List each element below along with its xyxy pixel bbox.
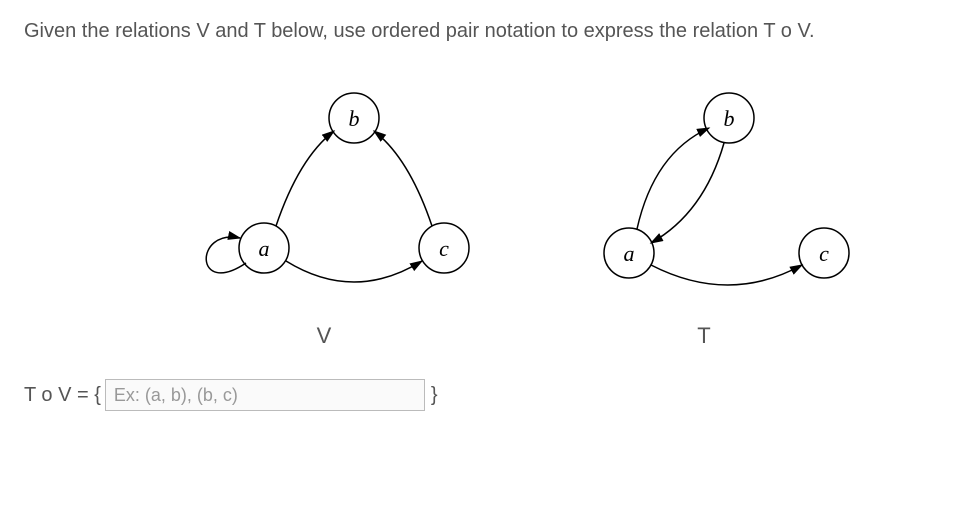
node-a-label: a	[624, 241, 635, 266]
node-c-label: c	[439, 236, 449, 261]
edge-a-b	[637, 128, 709, 229]
edge-c-b	[374, 131, 432, 226]
node-b-label: b	[724, 106, 735, 131]
diagram-T-svg: b a c	[544, 73, 864, 313]
answer-row: T o V = { Ex: (a, b), (b, c) }	[24, 379, 954, 411]
diagram-V-label: V	[317, 323, 332, 349]
question-text: Given the relations V and T below, use o…	[24, 20, 954, 43]
diagram-T-label: T	[697, 323, 710, 349]
edge-a-c	[651, 265, 802, 285]
answer-prefix: T o V = {	[24, 384, 101, 407]
answer-suffix: }	[431, 384, 438, 407]
answer-input[interactable]: Ex: (a, b), (b, c)	[105, 379, 425, 411]
edge-b-a	[651, 143, 724, 243]
diagram-V: b a c V	[164, 73, 484, 349]
diagram-T: b a c T	[544, 73, 864, 349]
diagram-V-svg: b a c	[164, 73, 484, 313]
edge-a-c	[286, 261, 422, 282]
diagrams-container: b a c V b	[164, 73, 954, 349]
node-b-label: b	[349, 106, 360, 131]
edge-a-b	[276, 131, 334, 226]
node-c-label: c	[819, 241, 829, 266]
node-a-label: a	[259, 236, 270, 261]
